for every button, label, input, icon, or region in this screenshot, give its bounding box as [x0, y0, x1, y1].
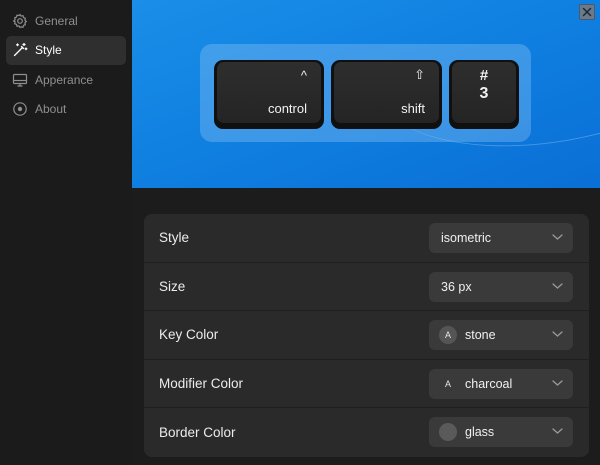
select-value: charcoal [465, 376, 513, 391]
sidebar-item-label: Style [35, 43, 62, 57]
gear-icon [12, 13, 28, 29]
chevron-down-icon [552, 282, 563, 289]
keys-frame: ^ control ⇧ shift # 3 [200, 44, 531, 142]
close-icon [582, 7, 592, 17]
key-preview: ^ control ⇧ shift # 3 [132, 0, 600, 188]
key-label: 3 [479, 85, 489, 102]
sidebar: General Style Apperance About [0, 0, 132, 465]
sidebar-item-about[interactable]: About [6, 95, 126, 124]
setting-row-key-color: Key Color A stone [144, 311, 589, 360]
modifier-color-select[interactable]: A charcoal [429, 368, 573, 399]
sidebar-item-label: Apperance [35, 72, 94, 87]
setting-label: Key Color [159, 327, 219, 343]
sidebar-item-label: General [35, 13, 78, 28]
select-value: isometric [441, 231, 492, 245]
setting-label: Modifier Color [159, 376, 244, 392]
chevron-down-icon [552, 234, 563, 240]
chevron-down-icon [552, 380, 563, 386]
key-3: # 3 [449, 60, 519, 129]
setting-row-modifier-color: Modifier Color A charcoal [144, 360, 589, 409]
close-button[interactable] [579, 4, 595, 20]
setting-label: Style [159, 230, 190, 246]
key-label: shift [401, 101, 425, 116]
setting-row-style: Style isometric [144, 214, 589, 263]
key-label: control [267, 101, 307, 116]
border-color-select[interactable]: glass [429, 417, 573, 448]
chevron-down-icon [552, 428, 563, 435]
select-value: glass [465, 425, 495, 440]
key-control: ^ control [214, 60, 324, 129]
chevron-down-icon [552, 331, 563, 338]
size-select[interactable]: 36 px [429, 271, 573, 302]
color-swatch [439, 423, 457, 442]
key-color-select[interactable]: A stone [429, 320, 573, 351]
select-value: 36 px [441, 279, 472, 294]
color-preview-badge: A [439, 326, 457, 345]
sidebar-item-label: About [35, 102, 67, 116]
magic-wand-icon [12, 42, 28, 58]
style-select[interactable]: isometric [429, 223, 573, 253]
info-circle-icon [12, 101, 28, 117]
monitor-icon [12, 72, 28, 88]
sidebar-item-style[interactable]: Style [6, 35, 126, 65]
sidebar-item-general[interactable]: General [6, 6, 126, 35]
key-symbol: ^ [300, 68, 307, 83]
setting-row-border-color: Border Color glass [144, 408, 589, 457]
select-value: stone [465, 328, 496, 343]
key-symbol: ⇧ [414, 67, 425, 82]
setting-label: Size [159, 278, 186, 294]
key-shift: ⇧ shift [331, 60, 442, 129]
color-preview-badge: A [444, 378, 451, 389]
setting-row-size: Size 36 px [144, 263, 589, 312]
style-settings-panel: Style isometric Size 36 px Key Color A s… [144, 214, 589, 457]
setting-label: Border Color [159, 425, 236, 441]
sidebar-item-appearance[interactable]: Apperance [6, 65, 126, 94]
key-symbol: # [479, 67, 489, 84]
